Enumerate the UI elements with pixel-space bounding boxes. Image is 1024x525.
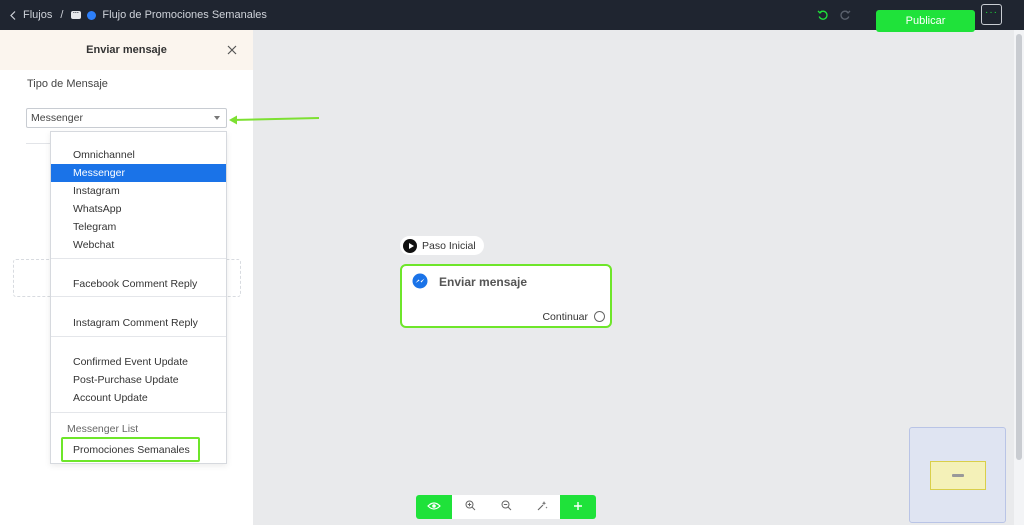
- message-type-label: Tipo de Mensaje: [27, 78, 108, 90]
- option-confirmed-event-update[interactable]: Confirmed Event Update: [51, 353, 226, 371]
- option-instagram-comment-reply[interactable]: Instagram Comment Reply: [51, 314, 226, 332]
- node-output-port[interactable]: [594, 311, 605, 322]
- dropdown-divider: [51, 336, 226, 337]
- dropdown-divider: [51, 258, 226, 259]
- close-icon[interactable]: [225, 43, 239, 57]
- option-whatsapp[interactable]: WhatsApp: [51, 200, 226, 218]
- node-title: Enviar mensaje: [439, 275, 528, 289]
- top-bar: Flujos / Flujo de Promociones Semanales …: [0, 0, 1024, 32]
- zoom-out-button[interactable]: [488, 495, 524, 519]
- zoom-out-icon: [501, 500, 512, 514]
- option-account-update[interactable]: Account Update: [51, 389, 226, 407]
- zoom-in-icon: [465, 500, 476, 514]
- start-step-pill[interactable]: Paso Inicial: [400, 236, 484, 255]
- dropdown-divider: [51, 296, 226, 297]
- preview-button[interactable]: [416, 495, 452, 519]
- minimap-node: [930, 461, 986, 490]
- flow-name: Flujo de Promociones Semanales: [102, 9, 267, 21]
- magic-wand-icon: [536, 500, 548, 515]
- redo-icon[interactable]: [838, 8, 852, 22]
- breadcrumb-separator: /: [60, 9, 64, 21]
- option-omnichannel[interactable]: Omnichannel: [51, 146, 226, 164]
- caret-down-icon: [214, 116, 220, 120]
- option-messenger[interactable]: Messenger: [51, 164, 226, 182]
- add-step-button[interactable]: [560, 495, 596, 519]
- more-options-button[interactable]: ···: [981, 4, 1002, 25]
- plus-icon: [573, 501, 583, 514]
- start-step-label: Paso Inicial: [422, 239, 476, 252]
- auto-layout-button[interactable]: [524, 495, 560, 519]
- message-type-select[interactable]: Messenger: [26, 108, 227, 128]
- minimap[interactable]: [909, 427, 1006, 523]
- messenger-list-group-label: Messenger List: [67, 423, 139, 435]
- message-type-dropdown: Omnichannel Messenger Instagram WhatsApp…: [50, 131, 227, 464]
- breadcrumb-back-link[interactable]: Flujos: [23, 9, 52, 21]
- option-post-purchase-update[interactable]: Post-Purchase Update: [51, 371, 226, 389]
- panel-title: Enviar mensaje: [86, 44, 167, 56]
- option-facebook-comment-reply[interactable]: Facebook Comment Reply: [51, 275, 226, 293]
- option-webchat[interactable]: Webchat: [51, 236, 226, 254]
- undo-icon[interactable]: [816, 8, 830, 22]
- message-type-select-value: Messenger: [31, 112, 83, 124]
- canvas-toolbar: [416, 495, 596, 519]
- dropdown-divider: [51, 412, 226, 413]
- send-message-node[interactable]: Enviar mensaje Continuar: [400, 264, 612, 328]
- node-continue-label: Continuar: [542, 311, 588, 323]
- annotation-arrow: [229, 115, 320, 125]
- panel-header: Enviar mensaje: [0, 30, 253, 70]
- scrollbar-thumb[interactable]: [1016, 34, 1022, 460]
- annotation-highlight-box: [61, 437, 200, 462]
- play-icon: [403, 238, 417, 253]
- flow-status-dot: [87, 10, 97, 20]
- eye-icon: [427, 501, 441, 514]
- publish-button[interactable]: Publicar: [876, 10, 975, 32]
- chat-icon: [71, 7, 82, 19]
- messenger-icon: [412, 273, 428, 289]
- chevron-left-icon[interactable]: [9, 10, 17, 20]
- zoom-in-button[interactable]: [452, 495, 488, 519]
- option-instagram[interactable]: Instagram: [51, 182, 226, 200]
- breadcrumb: Flujos / Flujo de Promociones Semanales: [0, 7, 267, 21]
- option-telegram[interactable]: Telegram: [51, 218, 226, 236]
- more-icon: ···: [985, 7, 998, 18]
